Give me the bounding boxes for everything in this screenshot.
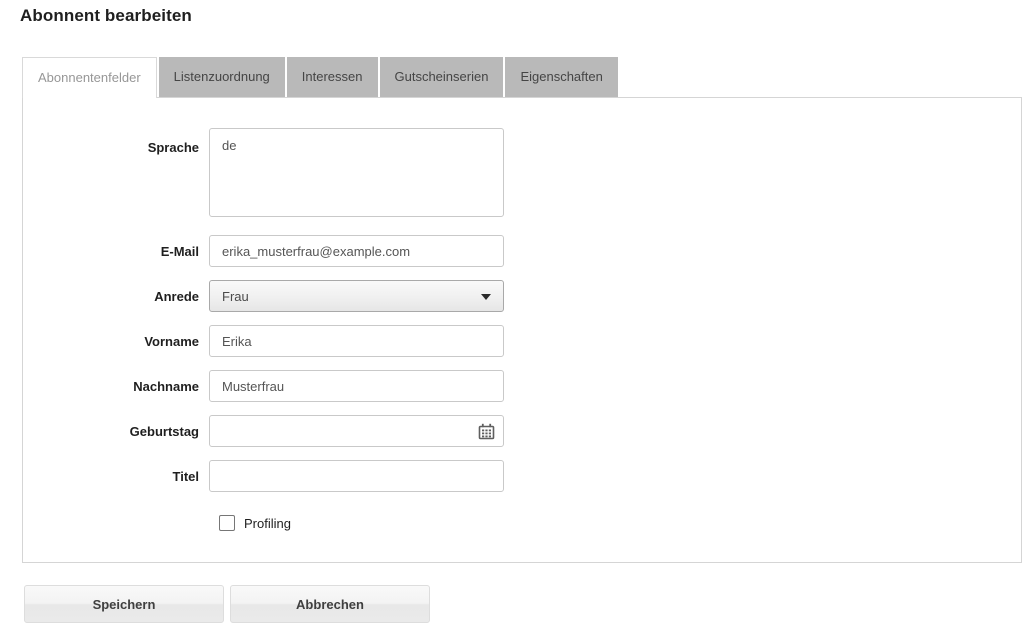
cancel-button[interactable]: Abbrechen [230,585,430,623]
form-row-profiling: Profiling [219,515,1021,531]
calendar-icon[interactable] [478,423,495,440]
tab-listenzuordnung[interactable]: Listenzuordnung [159,57,285,97]
tab-bar: Abonnentenfelder Listenzuordnung Interes… [22,57,620,97]
anrede-select[interactable]: Frau [209,280,504,312]
tab-gutscheinserien[interactable]: Gutscheinserien [380,57,504,97]
anrede-label: Anrede [23,289,209,304]
tab-abonnentenfelder[interactable]: Abonnentenfelder [22,57,157,98]
sprache-textarea[interactable]: de [209,128,504,217]
page-title: Abonnent bearbeiten [20,6,192,26]
nachname-field[interactable] [209,370,504,402]
form-row-email: E-Mail [23,235,1021,267]
form-row-geburtstag: Geburtstag [23,415,1021,447]
profiling-checkbox[interactable] [219,515,235,531]
tab-eigenschaften[interactable]: Eigenschaften [505,57,617,97]
form-row-anrede: Anrede Frau [23,280,1021,312]
titel-field[interactable] [209,460,504,492]
form-row-titel: Titel [23,460,1021,492]
chevron-down-icon [481,294,491,300]
tab-panel-abonnentenfelder: Sprache de E-Mail Anrede Frau Vorname Na… [22,97,1022,563]
profiling-label: Profiling [244,516,291,531]
vorname-field[interactable] [209,325,504,357]
sprache-label: Sprache [23,128,209,155]
titel-label: Titel [23,469,209,484]
form-row-vorname: Vorname [23,325,1021,357]
email-field[interactable] [209,235,504,267]
geburtstag-field[interactable] [209,415,504,447]
form-row-nachname: Nachname [23,370,1021,402]
nachname-label: Nachname [23,379,209,394]
geburtstag-label: Geburtstag [23,424,209,439]
vorname-label: Vorname [23,334,209,349]
anrede-selected-value: Frau [222,289,249,304]
form-row-sprache: Sprache de [23,128,1021,222]
email-label: E-Mail [23,244,209,259]
action-bar: Speichern Abbrechen [24,585,430,623]
tab-interessen[interactable]: Interessen [287,57,378,97]
save-button[interactable]: Speichern [24,585,224,623]
